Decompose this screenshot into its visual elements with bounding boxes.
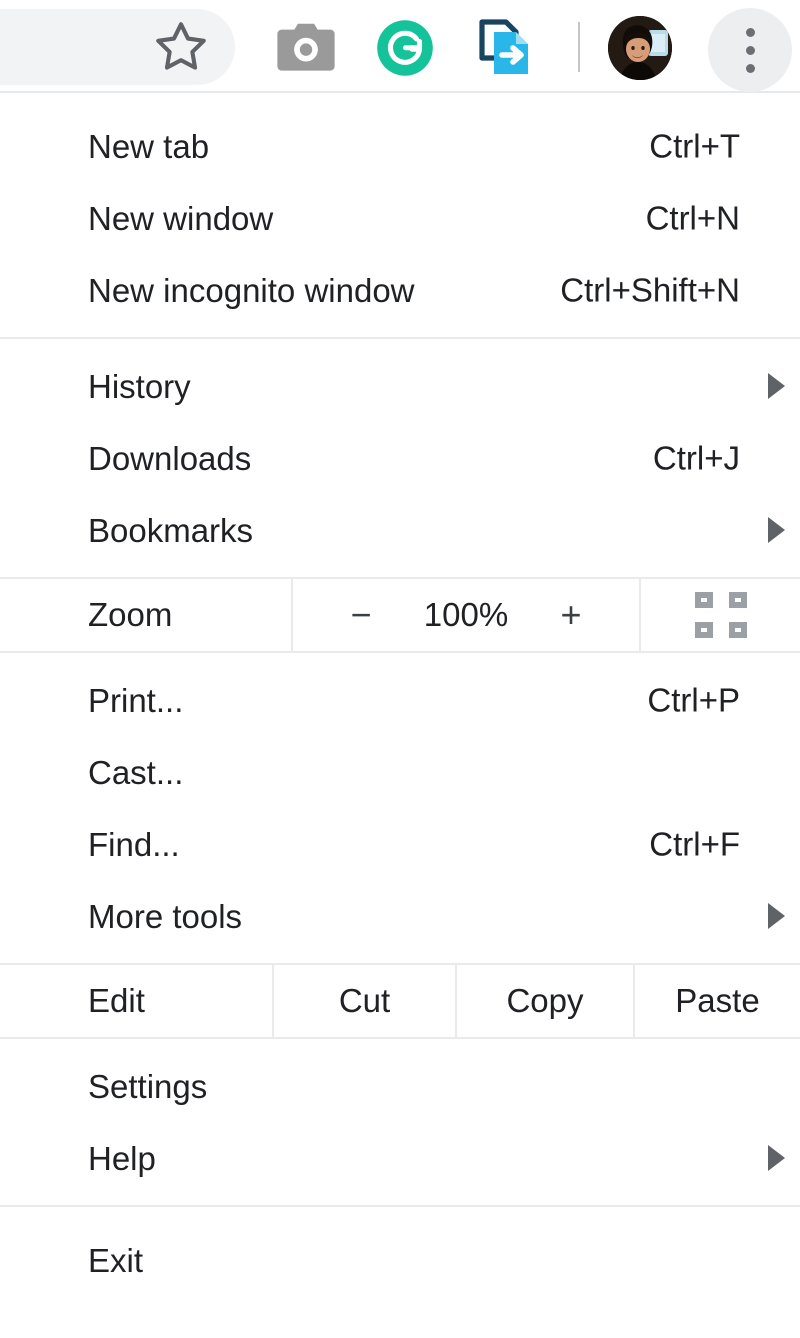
group-gap xyxy=(0,1194,800,1205)
menu-item-label: More tools xyxy=(88,897,243,935)
paste-button[interactable]: Paste xyxy=(633,965,800,1037)
menu-item-label: New window xyxy=(88,199,274,237)
chrome-main-menu: New tab Ctrl+T New window Ctrl+N New inc… xyxy=(0,93,800,1296)
chevron-right-icon xyxy=(768,373,785,399)
menu-item-label: Help xyxy=(88,1139,156,1177)
menu-item-new-tab[interactable]: New tab Ctrl+T xyxy=(0,110,800,182)
group-gap xyxy=(0,952,800,963)
chrome-menu-screenshot: New tab Ctrl+T New window Ctrl+N New inc… xyxy=(0,0,800,1338)
menu-dot-icon xyxy=(745,27,755,37)
menu-item-label: Print... xyxy=(88,681,184,719)
copy-button[interactable]: Copy xyxy=(455,965,633,1037)
menu-item-label: New incognito window xyxy=(88,271,415,309)
menu-item-help[interactable]: Help xyxy=(0,1122,800,1194)
menu-item-shortcut: Ctrl+T xyxy=(649,127,740,165)
menu-item-shortcut: Ctrl+N xyxy=(645,199,740,237)
menu-item-shortcut: Ctrl+P xyxy=(647,681,740,719)
menu-item-label: Exit xyxy=(88,1241,144,1279)
menu-item-label: Downloads xyxy=(88,439,252,477)
zoom-row: Zoom − 100% + xyxy=(0,579,800,651)
group-gap xyxy=(0,566,800,577)
menu-item-new-window[interactable]: New window Ctrl+N xyxy=(0,182,800,254)
browser-toolbar xyxy=(0,0,800,93)
menu-item-history[interactable]: History xyxy=(0,350,800,422)
menu-item-label: Cast... xyxy=(88,753,184,791)
document-send-icon[interactable] xyxy=(474,17,542,79)
menu-item-shortcut: Ctrl+Shift+N xyxy=(560,271,740,309)
menu-item-print[interactable]: Print... Ctrl+P xyxy=(0,664,800,736)
menu-item-label: Settings xyxy=(88,1067,208,1105)
zoom-in-button[interactable]: + xyxy=(551,594,591,636)
bookmark-star-icon[interactable] xyxy=(148,17,214,77)
chevron-right-icon xyxy=(768,1145,785,1171)
cut-button[interactable]: Cut xyxy=(272,965,455,1037)
edit-row: Edit Cut Copy Paste xyxy=(0,965,800,1037)
menu-item-settings[interactable]: Settings xyxy=(0,1050,800,1122)
menu-top-padding xyxy=(0,93,800,110)
menu-item-shortcut: Ctrl+J xyxy=(652,439,740,477)
fullscreen-button[interactable] xyxy=(641,579,800,651)
toolbar-divider xyxy=(578,22,580,72)
menu-dot-icon xyxy=(745,63,755,73)
zoom-level-value: 100% xyxy=(423,596,509,633)
group-gap xyxy=(0,326,800,337)
zoom-out-button[interactable]: − xyxy=(341,594,381,636)
menu-item-cast[interactable]: Cast... xyxy=(0,736,800,808)
menu-item-new-incognito-window[interactable]: New incognito window Ctrl+Shift+N xyxy=(0,254,800,326)
menu-item-exit[interactable]: Exit xyxy=(0,1224,800,1296)
group-gap xyxy=(0,1207,800,1224)
group-gap xyxy=(0,1039,800,1050)
group-gap xyxy=(0,339,800,350)
menu-item-more-tools[interactable]: More tools xyxy=(0,880,800,952)
three-dot-menu-button[interactable] xyxy=(708,8,792,92)
fullscreen-icon xyxy=(694,592,747,638)
menu-item-bookmarks[interactable]: Bookmarks xyxy=(0,494,800,566)
menu-item-shortcut: Ctrl+F xyxy=(649,825,740,863)
grammarly-icon[interactable] xyxy=(374,19,436,77)
menu-dot-icon xyxy=(745,45,755,55)
edit-label: Edit xyxy=(88,982,145,1019)
chevron-right-icon xyxy=(768,903,785,929)
menu-item-find[interactable]: Find... Ctrl+F xyxy=(0,808,800,880)
zoom-label: Zoom xyxy=(88,596,173,633)
menu-item-downloads[interactable]: Downloads Ctrl+J xyxy=(0,422,800,494)
menu-item-label: New tab xyxy=(88,127,210,165)
profile-avatar[interactable] xyxy=(608,16,672,80)
menu-item-label: History xyxy=(88,367,191,405)
zoom-controls: − 100% + xyxy=(291,579,641,651)
chevron-right-icon xyxy=(768,517,785,543)
camera-icon[interactable] xyxy=(270,20,342,76)
menu-item-label: Bookmarks xyxy=(88,511,254,549)
menu-item-label: Find... xyxy=(88,825,180,863)
group-gap xyxy=(0,653,800,664)
